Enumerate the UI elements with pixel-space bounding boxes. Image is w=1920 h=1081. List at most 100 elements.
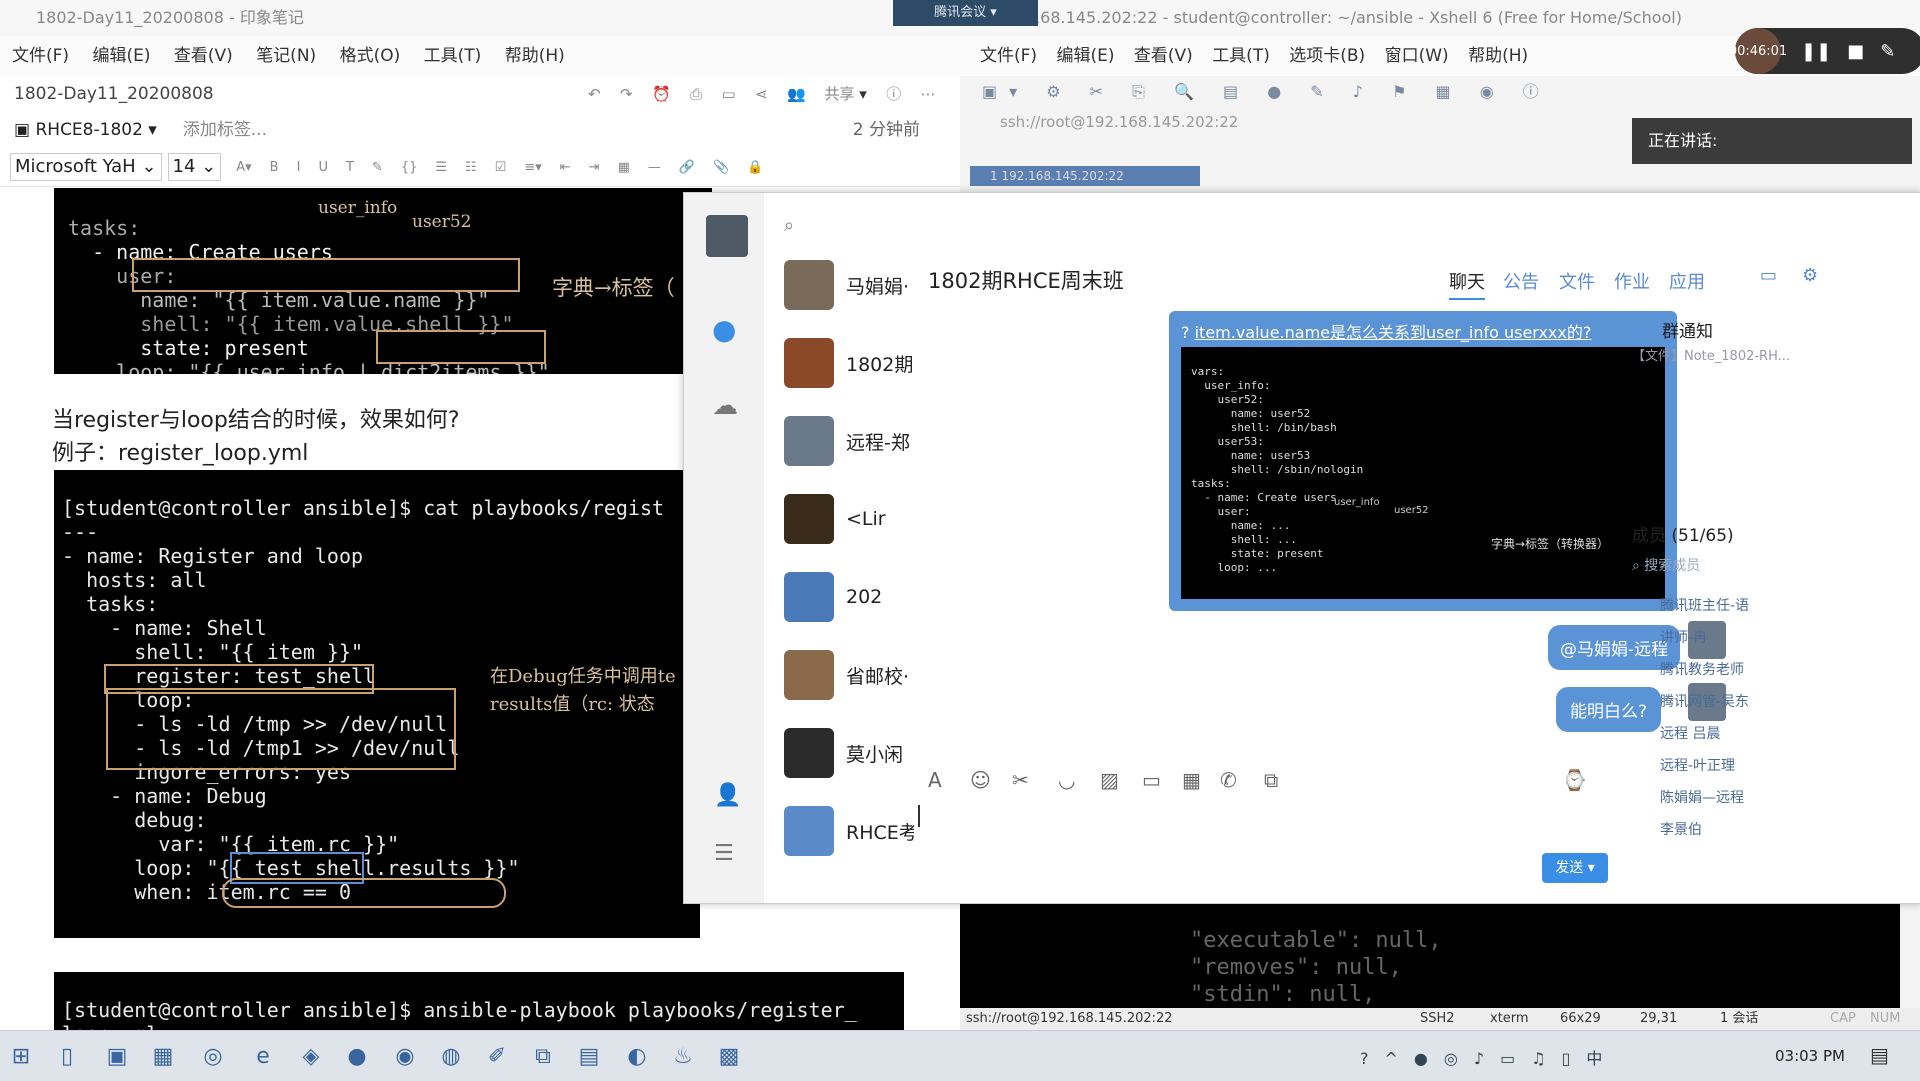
contact-item[interactable]: 马娟娟· bbox=[784, 255, 934, 315]
xmenu-file[interactable]: 文件(F) bbox=[980, 46, 1037, 66]
send-button[interactable]: 发送 ▾ bbox=[1542, 853, 1608, 883]
app-icon[interactable]: ◈ bbox=[294, 1039, 328, 1073]
underline-icon[interactable]: U bbox=[318, 160, 328, 175]
lock-icon[interactable]: 🔒 bbox=[747, 160, 763, 175]
code-icon[interactable]: {} bbox=[401, 160, 418, 175]
app-icon[interactable]: ✐ bbox=[480, 1039, 514, 1073]
contact-item[interactable]: 莫小闲 bbox=[784, 723, 934, 783]
app-icon[interactable]: ● bbox=[340, 1039, 374, 1073]
tab-homework[interactable]: 作业 bbox=[1614, 268, 1650, 294]
xmenu-edit[interactable]: 编辑(E) bbox=[1056, 46, 1114, 66]
attach-icon[interactable]: 📎 bbox=[713, 160, 729, 175]
member-item[interactable]: 讲师-冉 bbox=[1660, 627, 1707, 647]
menu-icon[interactable]: ☰ bbox=[714, 841, 734, 866]
menu-note[interactable]: 笔记(N) bbox=[256, 46, 316, 66]
contact-item[interactable]: 1802期 bbox=[784, 333, 934, 393]
notebook-selector[interactable]: ▣ RHCE8-1802 ▾ bbox=[14, 112, 157, 148]
member-item[interactable]: 远程 吕晨 bbox=[1660, 723, 1720, 743]
strikethrough-icon[interactable]: T bbox=[346, 160, 354, 175]
checkbox-icon[interactable]: ☑ bbox=[495, 160, 507, 175]
favorite-icon[interactable]: ◡ bbox=[1058, 768, 1075, 792]
message-icon[interactable]: ● bbox=[712, 313, 736, 346]
phone-icon[interactable]: ✆ bbox=[1220, 768, 1237, 792]
xmenu-tools[interactable]: 工具(T) bbox=[1212, 46, 1270, 66]
windows-start-icon[interactable]: ⊞ bbox=[4, 1039, 38, 1073]
xmenu-tabs[interactable]: 选项卡(B) bbox=[1289, 46, 1365, 66]
redo-icon[interactable]: ↷ bbox=[620, 76, 633, 112]
table-icon[interactable]: ▦ bbox=[618, 160, 630, 175]
info-icon[interactable]: ⓘ bbox=[886, 76, 901, 112]
search-icon[interactable]: ⌕ bbox=[784, 215, 794, 236]
present-icon[interactable]: ▭ bbox=[721, 76, 735, 112]
quoted-message[interactable]: ? item.value.name是怎么关系到user_info userxxx… bbox=[1169, 311, 1677, 611]
screenshot-icon[interactable]: ⧉ bbox=[1264, 768, 1278, 792]
xmenu-view[interactable]: 查看(V) bbox=[1134, 46, 1193, 66]
notice-file[interactable]: 【文件】Note_1802-RH... bbox=[1632, 345, 1790, 364]
app-icon[interactable]: ▣ bbox=[100, 1039, 134, 1073]
member-item[interactable]: 陈娟娟—远程 bbox=[1660, 787, 1744, 807]
font-family-select[interactable]: Microsoft YaH ⌄ bbox=[10, 153, 162, 181]
more-icon[interactable]: ⋯ bbox=[921, 76, 936, 112]
tray-icon[interactable]: ● bbox=[1414, 1049, 1444, 1068]
add-tag[interactable]: 添加标签... bbox=[183, 112, 267, 148]
app-icon[interactable]: ⧉ bbox=[526, 1039, 560, 1073]
undo-icon[interactable]: ↶ bbox=[588, 76, 601, 112]
print-icon[interactable]: ⎙ bbox=[690, 76, 702, 112]
meeting-tab[interactable]: 腾讯会议 ▾ bbox=[893, 0, 1038, 26]
menu-edit[interactable]: 编辑(E) bbox=[92, 46, 150, 66]
xmenu-help[interactable]: 帮助(H) bbox=[1468, 46, 1528, 66]
scissors-icon[interactable]: ✂ bbox=[1012, 768, 1029, 792]
contact-item[interactable]: 省邮校· bbox=[784, 645, 934, 705]
menu-tools[interactable]: 工具(T) bbox=[424, 46, 482, 66]
tab-chat[interactable]: 聊天 bbox=[1449, 268, 1485, 300]
app-icon[interactable]: ▦ bbox=[146, 1039, 180, 1073]
tray-icon[interactable]: ◎ bbox=[1444, 1049, 1474, 1068]
tab-files[interactable]: 文件 bbox=[1559, 268, 1595, 294]
battery-icon[interactable]: ▭ bbox=[1500, 1049, 1531, 1068]
numbered-list-icon[interactable]: ☷ bbox=[465, 160, 477, 175]
app-icon[interactable]: ♨ bbox=[666, 1039, 700, 1073]
session-tab[interactable]: 1 192.168.145.202:22 bbox=[970, 166, 1200, 186]
message-understand[interactable]: 能明白么? bbox=[1556, 687, 1662, 732]
italic-icon[interactable]: I bbox=[297, 160, 301, 175]
pen-icon[interactable]: ✎ bbox=[1880, 41, 1895, 62]
xmenu-window[interactable]: 窗口(W) bbox=[1385, 46, 1449, 66]
contact-item[interactable]: <Lir bbox=[784, 489, 934, 549]
member-item[interactable]: 李景伯 bbox=[1660, 819, 1702, 839]
menu-format[interactable]: 格式(O) bbox=[340, 46, 401, 66]
share-button[interactable]: 👥 共享 ▾ bbox=[787, 76, 867, 112]
reminder-icon[interactable]: ⏰ bbox=[652, 76, 671, 112]
terminal-output[interactable]: "executable": null, "removes": null, "stdi… bbox=[960, 900, 1900, 1015]
mic-icon[interactable]: ♪ bbox=[1474, 1049, 1500, 1068]
chevron-up-icon[interactable]: ^ bbox=[1385, 1049, 1414, 1068]
bold-icon[interactable]: B bbox=[270, 160, 279, 175]
share-icon[interactable]: ⋖ bbox=[755, 76, 768, 112]
contact-item[interactable]: RHCE考 bbox=[784, 801, 934, 861]
network-icon[interactable]: ▯ bbox=[1562, 1049, 1587, 1068]
emoji-icon[interactable]: ☺ bbox=[970, 768, 991, 792]
notification-icon[interactable]: ▤ bbox=[1870, 1043, 1889, 1067]
edge-icon[interactable]: e bbox=[246, 1039, 280, 1073]
cloud-icon[interactable]: ☁ bbox=[712, 391, 738, 421]
pause-icon[interactable]: ❚❚ bbox=[1801, 41, 1831, 62]
member-item[interactable]: 腾讯班主任-语 bbox=[1660, 595, 1749, 615]
volume-icon[interactable]: ♫ bbox=[1531, 1049, 1561, 1068]
highlight-icon[interactable]: ✎ bbox=[372, 160, 383, 175]
my-avatar[interactable] bbox=[706, 215, 748, 257]
contacts-icon[interactable]: 👤 bbox=[714, 783, 741, 808]
font-size-select[interactable]: 14 ⌄ bbox=[167, 153, 222, 181]
app-icon[interactable]: ◉ bbox=[388, 1039, 422, 1073]
menu-view[interactable]: 查看(V) bbox=[174, 46, 233, 66]
align-icon[interactable]: ≡▾ bbox=[524, 160, 541, 175]
app-icon[interactable]: ▤ bbox=[572, 1039, 606, 1073]
help-icon[interactable]: ? bbox=[1360, 1049, 1385, 1068]
app-icon[interactable]: ◍ bbox=[434, 1039, 468, 1073]
notice-title[interactable]: 群通知 bbox=[1662, 317, 1713, 342]
folder-icon[interactable]: ▭ bbox=[1142, 768, 1161, 792]
divider-icon[interactable]: — bbox=[648, 160, 661, 175]
image-icon[interactable]: ▨ bbox=[1100, 768, 1119, 792]
app-icon[interactable]: ◐ bbox=[620, 1039, 654, 1073]
member-item[interactable]: 远程-叶正理 bbox=[1660, 755, 1735, 775]
outdent-icon[interactable]: ⇥ bbox=[589, 160, 600, 175]
menu-help[interactable]: 帮助(H) bbox=[505, 46, 565, 66]
